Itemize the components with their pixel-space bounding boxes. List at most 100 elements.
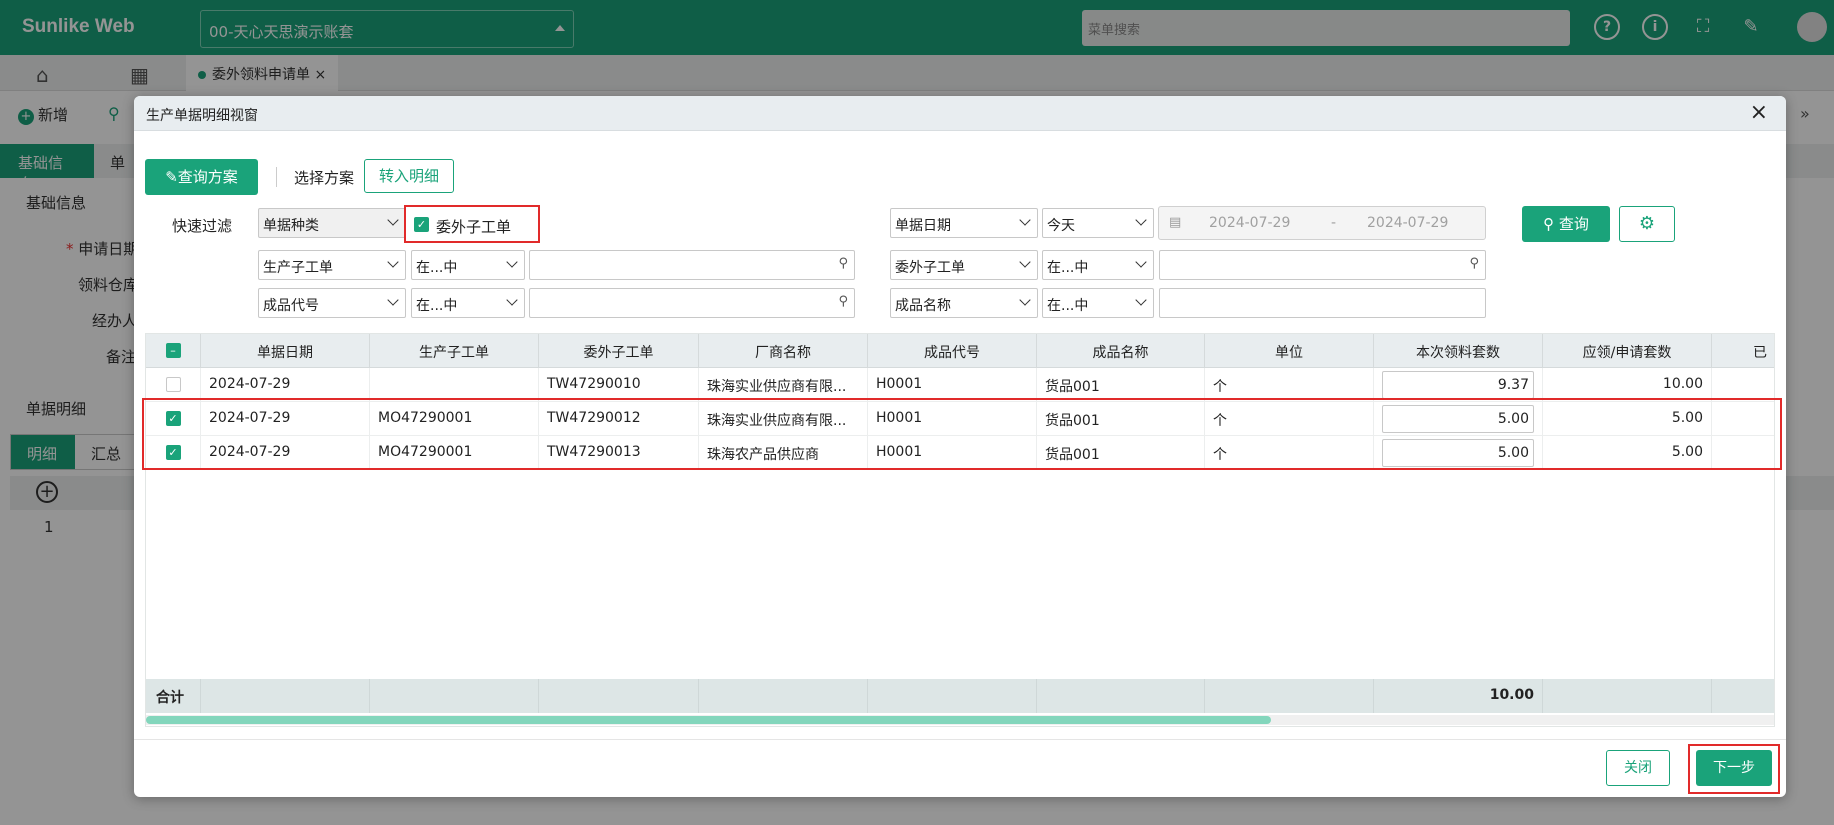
dialog-footer-divider <box>134 739 1786 740</box>
filter-doc-type-select[interactable]: 单据种类 <box>258 208 406 238</box>
scrollbar-thumb[interactable] <box>146 716 1271 724</box>
detail-grid: – 单据日期 生产子工单 委外子工单 厂商名称 成品代号 成品名称 单位 本次领… <box>145 333 1775 727</box>
cell-date: 2024-07-29 <box>201 368 370 402</box>
horizontal-scrollbar[interactable] <box>146 715 1774 725</box>
cell-code: H0001 <box>868 436 1037 470</box>
filter-field-label: 单据种类 <box>263 218 319 234</box>
chevron-down-icon <box>387 214 399 226</box>
header-select-all[interactable]: – <box>146 334 201 368</box>
date-to: 2024-07-29 <box>1367 215 1449 231</box>
col-header[interactable]: 委外子工单 <box>539 334 699 368</box>
filter-field-select[interactable]: 成品名称 <box>890 288 1038 318</box>
chevron-down-icon <box>1019 256 1031 268</box>
col-header[interactable]: 单据日期 <box>201 334 370 368</box>
cell-req: 5.00 <box>1543 436 1712 470</box>
table-row[interactable]: 2024-07-29 TW47290010 珠海实业供应商有限... H0001… <box>146 368 1774 402</box>
cell-qty: 5.00 <box>1374 436 1543 470</box>
col-header[interactable]: 已 <box>1712 334 1774 368</box>
cell-tw: TW47290012 <box>539 402 699 436</box>
chevron-down-icon <box>1019 294 1031 306</box>
qty-input[interactable]: 9.37 <box>1382 371 1534 399</box>
checkbox-checked-icon[interactable]: ✓ <box>165 444 181 460</box>
chevron-down-icon <box>1135 256 1147 268</box>
col-header[interactable]: 生产子工单 <box>370 334 539 368</box>
total-empty <box>868 679 1037 713</box>
quick-filter-label: 快速过滤 <box>172 217 233 235</box>
cell-name: 货品001 <box>1037 368 1205 402</box>
gear-icon[interactable]: ⚙ <box>1619 206 1675 242</box>
table-row[interactable]: ✓ 2024-07-29 MO47290001 TW47290012 珠海实业供… <box>146 402 1774 436</box>
filter-field-select[interactable]: 成品代号 <box>258 288 406 318</box>
filter-op-select[interactable]: 在...中 <box>411 288 525 318</box>
chevron-down-icon <box>1019 214 1031 226</box>
select-plan-label: 选择方案 <box>294 169 355 187</box>
filter-value-input[interactable] <box>1159 288 1486 318</box>
cell-req: 10.00 <box>1543 368 1712 402</box>
cell-mo: MO47290001 <box>370 436 539 470</box>
filter-op-label: 在...中 <box>416 298 458 314</box>
col-header[interactable]: 应领/申请套数 <box>1543 334 1712 368</box>
dialog-header: 生产单据明细视窗 × <box>134 96 1786 131</box>
query-plan-label: 查询方案 <box>177 168 238 186</box>
checkbox-checked-icon[interactable]: ✓ <box>165 410 181 426</box>
cell-vendor: 珠海农产品供应商 <box>699 436 868 470</box>
dialog-title: 生产单据明细视窗 <box>146 108 258 124</box>
date-from: 2024-07-29 <box>1209 215 1291 231</box>
cell-qty: 9.37 <box>1374 368 1543 402</box>
col-header[interactable]: 成品代号 <box>868 334 1037 368</box>
cell-name: 货品001 <box>1037 436 1205 470</box>
filter-field-select[interactable]: 生产子工单 <box>258 250 406 280</box>
chevron-down-icon <box>1135 294 1147 306</box>
col-header[interactable]: 成品名称 <box>1037 334 1205 368</box>
qty-input[interactable]: 5.00 <box>1382 439 1534 467</box>
total-label: 合计 <box>146 679 201 713</box>
table-row[interactable]: ✓ 2024-07-29 MO47290001 TW47290013 珠海农产品… <box>146 436 1774 470</box>
date-range-input[interactable]: ▤ 2024-07-29 - 2024-07-29 <box>1158 206 1486 240</box>
filter-op-select[interactable]: 在...中 <box>411 250 525 280</box>
col-header[interactable]: 厂商名称 <box>699 334 868 368</box>
checkbox-checked-icon[interactable]: ✓ <box>414 217 429 232</box>
qty-input[interactable]: 5.00 <box>1382 405 1534 433</box>
total-empty <box>1205 679 1374 713</box>
col-header[interactable]: 单位 <box>1205 334 1374 368</box>
row-select[interactable]: ✓ <box>146 402 201 436</box>
close-button[interactable]: 关闭 <box>1606 750 1670 786</box>
filter-field-label: 成品代号 <box>263 298 319 314</box>
query-plan-button[interactable]: ✎查询方案 <box>145 159 258 195</box>
query-button[interactable]: ⚲ 查询 <box>1522 206 1610 242</box>
search-icon[interactable]: ⚲ <box>838 294 848 309</box>
cell-mo <box>370 368 539 402</box>
filter-value-input[interactable]: ⚲ <box>529 250 855 280</box>
checkbox-partial-icon[interactable]: – <box>165 342 181 358</box>
chevron-down-icon <box>506 294 518 306</box>
search-icon[interactable]: ⚲ <box>1469 256 1479 271</box>
cell-req: 5.00 <box>1543 402 1712 436</box>
filter-op-label: 今天 <box>1047 218 1075 234</box>
filter-value-input[interactable]: ⚲ <box>1159 250 1486 280</box>
checkbox-unchecked-icon[interactable] <box>165 376 181 392</box>
filter-field-label: 成品名称 <box>895 298 951 314</box>
col-header[interactable]: 本次领料套数 <box>1374 334 1543 368</box>
total-empty <box>699 679 868 713</box>
next-step-button[interactable]: 下一步 <box>1696 750 1772 786</box>
outsourcing-order-checkbox-highlight[interactable]: ✓ 委外子工单 <box>404 205 540 243</box>
cell-unit: 个 <box>1205 436 1374 470</box>
filter-op-select[interactable]: 在...中 <box>1042 250 1154 280</box>
filter-field-select[interactable]: 委外子工单 <box>890 250 1038 280</box>
search-icon[interactable]: ⚲ <box>838 256 848 271</box>
close-icon[interactable]: × <box>1750 100 1768 125</box>
checkbox-label: 委外子工单 <box>436 218 512 236</box>
grid-header: – 单据日期 生产子工单 委外子工单 厂商名称 成品代号 成品名称 单位 本次领… <box>146 334 1774 368</box>
row-select[interactable]: ✓ <box>146 436 201 470</box>
filter-date-op-select[interactable]: 今天 <box>1042 208 1154 238</box>
cell-date: 2024-07-29 <box>201 402 370 436</box>
row-select[interactable] <box>146 368 201 402</box>
filter-op-select[interactable]: 在...中 <box>1042 288 1154 318</box>
filter-value-input[interactable]: ⚲ <box>529 288 855 318</box>
cell-mo: MO47290001 <box>370 402 539 436</box>
filter-op-label: 在...中 <box>1047 298 1089 314</box>
cell-tw: TW47290010 <box>539 368 699 402</box>
filter-date-field-select[interactable]: 单据日期 <box>890 208 1038 238</box>
transfer-detail-button[interactable]: 转入明细 <box>364 159 454 193</box>
calendar-icon: ▤ <box>1169 215 1182 230</box>
